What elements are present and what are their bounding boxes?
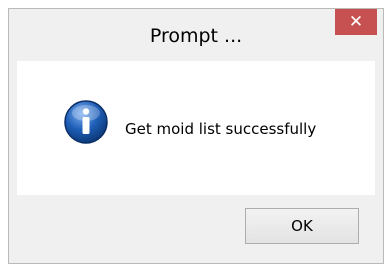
title-bar[interactable]: Prompt ... ✕ (9, 9, 383, 61)
info-icon (64, 100, 108, 144)
dialog-message: Get moid list successfully (125, 120, 317, 138)
button-bar: OK (17, 195, 375, 257)
dialog-title: Prompt ... (149, 25, 243, 47)
close-icon: ✕ (348, 12, 364, 32)
message-area: Get moid list successfully (17, 61, 375, 195)
close-button[interactable]: ✕ (335, 9, 377, 35)
ok-button[interactable]: OK (245, 208, 359, 244)
prompt-dialog: Prompt ... ✕ Get moid list successfully … (8, 8, 384, 264)
